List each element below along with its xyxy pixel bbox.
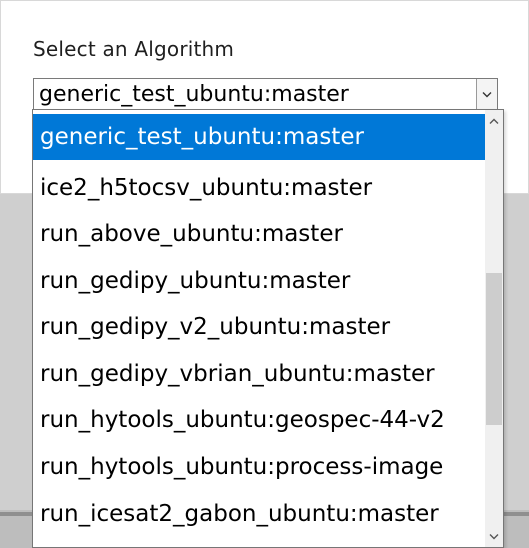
dropdown-option[interactable]: run_above_ubuntu:master — [33, 211, 485, 257]
scroll-thumb[interactable] — [486, 273, 502, 425]
algorithm-select[interactable]: generic_test_ubuntu:master — [33, 78, 498, 110]
dropdown-scrollbar[interactable] — [485, 110, 503, 547]
chevron-down-icon — [482, 91, 492, 97]
select-value: generic_test_ubuntu:master — [39, 82, 349, 107]
dropdown-option[interactable]: run_gedipy_ubuntu:master — [33, 258, 485, 304]
dropdown-option[interactable]: ice2_h5tocsv_ubuntu:master — [33, 165, 485, 211]
dropdown-option[interactable]: run_gedipy_vbrian_ubuntu:master — [33, 351, 485, 397]
dropdown-option[interactable]: run_hytools_ubuntu:geospec-44-v2 — [33, 397, 485, 443]
dropdown-option[interactable]: run_icesat2_gabon_ubuntu:master — [33, 491, 485, 537]
chevron-up-icon — [489, 118, 499, 124]
dialog-title: Select an Algorithm — [33, 37, 235, 61]
scroll-up-button[interactable] — [485, 112, 503, 130]
dropdown-option[interactable]: generic_test_ubuntu:master — [33, 114, 485, 160]
chevron-down-icon — [489, 533, 499, 539]
select-dropdown-button[interactable] — [476, 79, 497, 109]
dropdown-option[interactable]: run_gedipy_v2_ubuntu:master — [33, 304, 485, 350]
dropdown-option[interactable]: run_hytools_ubuntu:process-image — [33, 444, 485, 490]
algorithm-dropdown-list: generic_test_ubuntu:master ice2_h5tocsv_… — [32, 109, 504, 548]
scroll-down-button[interactable] — [485, 527, 503, 545]
